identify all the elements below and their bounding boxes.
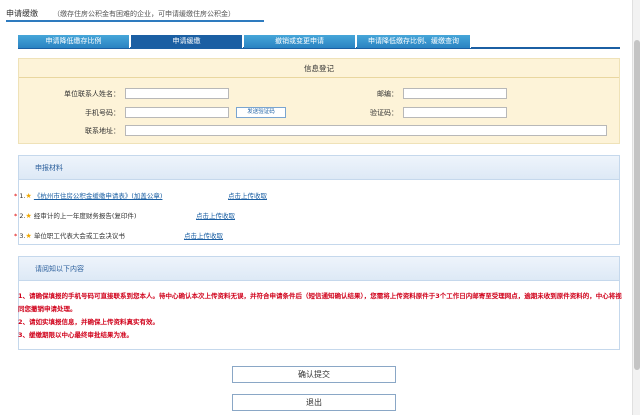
material-text-2: 经审计的上一年度财务报告(复印件): [33, 212, 137, 220]
star-icon: ★: [25, 192, 32, 200]
material-text-3: 单位职工代表大会或工会决议书: [33, 232, 125, 240]
postcode-input[interactable]: [403, 88, 507, 99]
info-panel-title: 信息登记: [19, 59, 619, 78]
star-icon: ★: [25, 232, 32, 240]
page-scrollbar[interactable]: [632, 0, 640, 415]
tab-cancel-or-change[interactable]: 撤销或变更申请: [244, 35, 356, 48]
required-mark: *: [14, 232, 18, 240]
tab-query[interactable]: 申请降低缴存比例、缓缴查询: [357, 35, 471, 48]
notice-title: 请阅知以下内容: [19, 257, 619, 281]
upload-link-3[interactable]: 点击上传收取: [184, 230, 223, 240]
phone-input[interactable]: [125, 107, 229, 118]
application-form-link[interactable]: 《杭州市住房公积金缓缴申请表》(加盖公章): [34, 192, 163, 200]
contact-name-label: 单位联系人姓名：: [64, 90, 120, 98]
phone-label: 手机号码：: [85, 109, 120, 117]
address-label: 联系地址：: [85, 127, 120, 135]
notice-item-3: 3、缓缴期限以中心最终审批结果为准。: [18, 331, 134, 339]
material-item-2: * 2.★ 经审计的上一年度财务报告(复印件): [14, 210, 136, 220]
page-subtitle: （缴存住房公积金有困难的企业，可申请缓缴住房公积金）: [53, 10, 235, 18]
tab-apply-defer[interactable]: 申请缓缴: [131, 35, 243, 48]
page-header: 申请缓缴 （缴存住房公积金有困难的企业，可申请缓缴住房公积金）: [6, 4, 264, 22]
exit-button[interactable]: 退出: [232, 394, 396, 411]
notice-item-1: 1、请确保填报的手机号码可直接联系到您本人。待中心确认本次上传资料无误，并符合申…: [18, 292, 622, 313]
star-icon: ★: [25, 212, 32, 220]
notice-item-2: 2、请如实填报信息，并确保上传资料真实有效。: [18, 318, 160, 326]
verify-code-input[interactable]: [403, 107, 507, 118]
send-code-button[interactable]: 发送验证码: [236, 107, 286, 118]
material-item-1: * 1.★ 《杭州市住房公积金缓缴申请表》(加盖公章): [14, 190, 162, 200]
upload-link-2[interactable]: 点击上传收取: [196, 210, 235, 220]
contact-name-input[interactable]: [125, 88, 229, 99]
page-title: 申请缓缴: [6, 9, 38, 18]
material-item-3: * 3.★ 单位职工代表大会或工会决议书: [14, 230, 125, 240]
verify-code-label: 验证码：: [370, 109, 398, 117]
postcode-label: 邮编：: [377, 90, 398, 98]
materials-title: 申报材料: [19, 156, 619, 180]
required-mark: *: [14, 192, 18, 200]
tab-reduce-ratio[interactable]: 申请降低缴存比例: [18, 35, 130, 48]
address-input[interactable]: [125, 125, 607, 136]
submit-button[interactable]: 确认提交: [232, 366, 396, 383]
upload-link-1[interactable]: 点击上传收取: [228, 190, 267, 200]
tab-bar: 申请降低缴存比例 申请缓缴 撤销或变更申请 申请降低缴存比例、缓缴查询: [18, 35, 620, 49]
required-mark: *: [14, 212, 18, 220]
scrollbar-thumb[interactable]: [634, 40, 640, 370]
